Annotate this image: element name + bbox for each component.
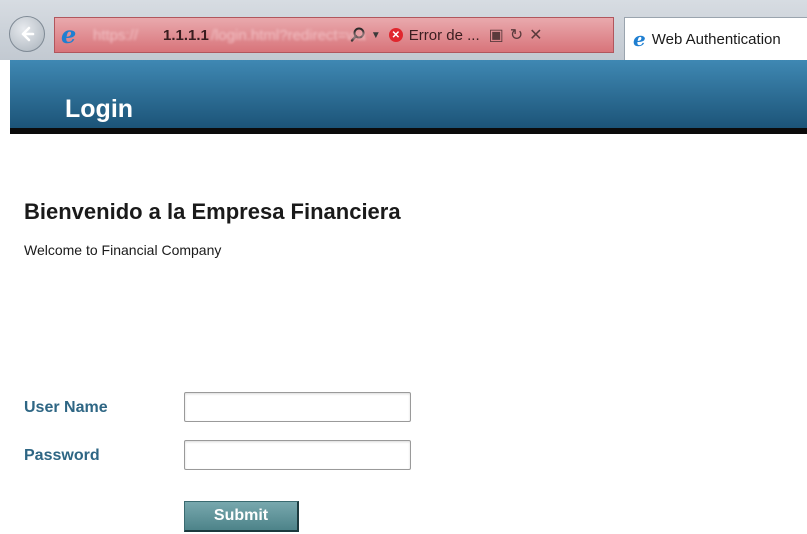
submit-button[interactable]: Submit — [184, 501, 299, 532]
header-title: Login — [65, 95, 134, 123]
tab-title: Web Authentication — [651, 30, 781, 48]
welcome-heading: Bienvenido a la Empresa Financiera — [24, 199, 401, 224]
tab-web-authentication[interactable]: e Web Authentication — [624, 17, 807, 60]
back-arrow-icon — [21, 26, 35, 42]
internet-explorer-icon: e — [633, 27, 646, 51]
password-input[interactable] — [184, 440, 411, 470]
back-button[interactable] — [9, 16, 45, 52]
internet-explorer-icon: e — [61, 20, 77, 49]
url-scheme: https:// — [93, 26, 139, 44]
chevron-down-icon[interactable]: ▼ — [371, 30, 381, 41]
compatibility-view-icon[interactable]: ▣ — [489, 25, 504, 45]
stop-icon[interactable]: ✕ — [529, 25, 542, 45]
url-host: 1.1.1.1 — [163, 26, 209, 44]
refresh-icon[interactable]: ↻ — [510, 25, 523, 45]
error-icon: ✕ — [388, 28, 403, 42]
url-path: /login.html?redirect=wa — [210, 26, 366, 44]
certificate-error-label[interactable]: Error de ... — [409, 27, 480, 44]
page-header: Login — [10, 60, 807, 134]
address-bar[interactable]: e https:// 1.1.1.1 /login.html?redirect=… — [54, 17, 614, 53]
username-label: User Name — [24, 399, 108, 416]
welcome-subtitle: Welcome to Financial Company — [24, 242, 222, 258]
browser-toolbar: e https:// 1.1.1.1 /login.html?redirect=… — [0, 0, 807, 60]
password-label: Password — [24, 447, 100, 464]
username-input[interactable] — [184, 392, 411, 422]
